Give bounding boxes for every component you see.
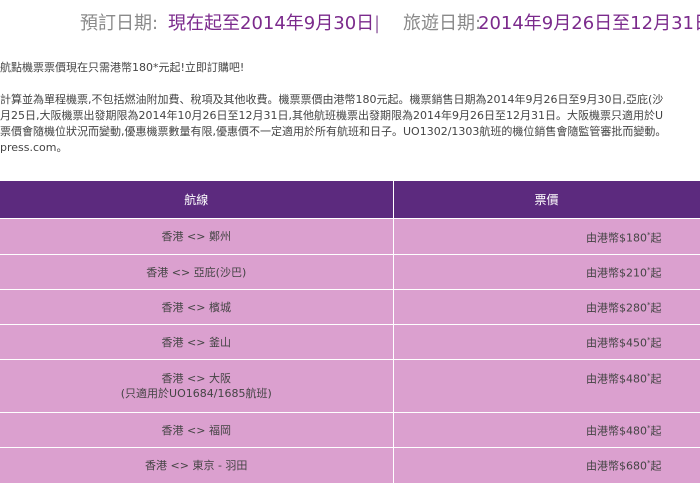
price-cell: 由港幣$210*起 [393,254,700,290]
travel-date-label: 旅遊日期: [403,13,482,34]
route-cell: 香港 <> 東京 - 羽田 [0,447,394,483]
table-row: 香港 <> 福岡 由港幣$480*起 [0,412,700,448]
price-cell: 由港幣$480*起 [393,359,700,413]
route-name: 香港 <> 福岡 [161,423,231,437]
table-row: 香港 <> 鄭州 由港幣$180*起 [0,218,700,255]
table-row: 香港 <> 釜山 由港幣$450*起 [0,324,700,360]
route-name: 香港 <> 鄭州 [161,230,231,243]
price-suffix: 起 [650,301,662,315]
terms-line: press.com。 [0,141,68,154]
price-suffix: 起 [650,266,662,280]
fare-table: 航線 票價 香港 <> 鄭州 由港幣$180*起 香港 <> 亞庇(沙巴) 由港… [0,181,700,483]
booking-date-label: 預訂日期: [80,13,159,34]
route-note: (只適用於UO1684/1685航班) [120,387,272,400]
fare-table-header: 航線 票價 [0,181,700,219]
fare-price: 由港幣$280 [586,301,647,315]
fare-price: 由港幣$210 [586,266,647,280]
fare-price: 由港幣$480 [586,372,647,386]
header-separator: | [374,13,381,34]
price-suffix: 起 [650,372,662,386]
fare-price: 由港幣$480 [586,424,647,438]
route-name: 香港 <> 檳城 [161,300,231,314]
price-suffix: 起 [650,460,662,474]
route-cell: 香港 <> 福岡 [0,412,394,448]
price-column-header: 票價 [393,181,700,219]
route-cell: 香港 <> 釜山 [0,324,394,360]
route-name: 香港 <> 釜山 [161,335,231,349]
route-cell: 香港 <> 大阪 (只適用於UO1684/1685航班) [0,359,394,413]
booking-date-value: 現在起至2014年9月30日 [168,13,375,34]
fare-price: 由港幣$450 [586,336,647,350]
fare-price: 由港幣$680 [586,460,647,474]
route-name: 香港 <> 東京 - 羽田 [145,458,248,472]
table-row: 香港 <> 亞庇(沙巴) 由港幣$210*起 [0,254,700,290]
travel-date-value: 2014年9月26日至12月31日 [478,13,700,34]
price-cell: 由港幣$680*起 [393,447,700,483]
price-suffix: 起 [650,424,662,438]
date-header: 預訂日期: 現在起至2014年9月30日 | 旅遊日期: 2014年9月26日至… [0,0,700,52]
price-cell: 由港幣$280*起 [393,289,700,325]
route-name: 香港 <> 亞庇(沙巴) [146,265,247,279]
route-cell: 香港 <> 鄭州 [0,218,394,255]
terms-line: 計算並為單程機票,不包括燃油附加費、稅項及其他收費。機票票價由港幣180元起。機… [0,93,664,106]
terms-line: 票價會隨機位狀況而變動,優惠機票數量有限,優惠價不一定適用於所有航班和日子。UO… [0,125,667,138]
price-cell: 由港幣$180*起 [393,218,700,255]
table-row: 香港 <> 檳城 由港幣$280*起 [0,289,700,325]
price-cell: 由港幣$480*起 [393,412,700,448]
price-cell: 由港幣$450*起 [393,324,700,360]
route-column-header: 航線 [0,181,394,219]
table-row: 香港 <> 東京 - 羽田 由港幣$680*起 [0,447,700,483]
price-suffix: 起 [650,336,662,350]
promo-intro: 航點機票票價現在只需港幣180*元起!立即訂購吧! [0,61,245,74]
route-name: 香港 <> 大阪 [161,372,231,385]
price-suffix: 起 [650,231,662,245]
route-cell: 香港 <> 檳城 [0,289,394,325]
fare-price: 由港幣$180 [586,231,647,245]
table-row: 香港 <> 大阪 (只適用於UO1684/1685航班) 由港幣$480*起 [0,359,700,413]
route-cell: 香港 <> 亞庇(沙巴) [0,254,394,290]
terms-paragraph: 計算並為單程機票,不包括燃油附加費、稅項及其他收費。機票票價由港幣180元起。機… [0,92,700,156]
terms-line: 月25日,大阪機票出發期限為2014年10月26日至12月31日,其他航班機票出… [0,109,664,122]
